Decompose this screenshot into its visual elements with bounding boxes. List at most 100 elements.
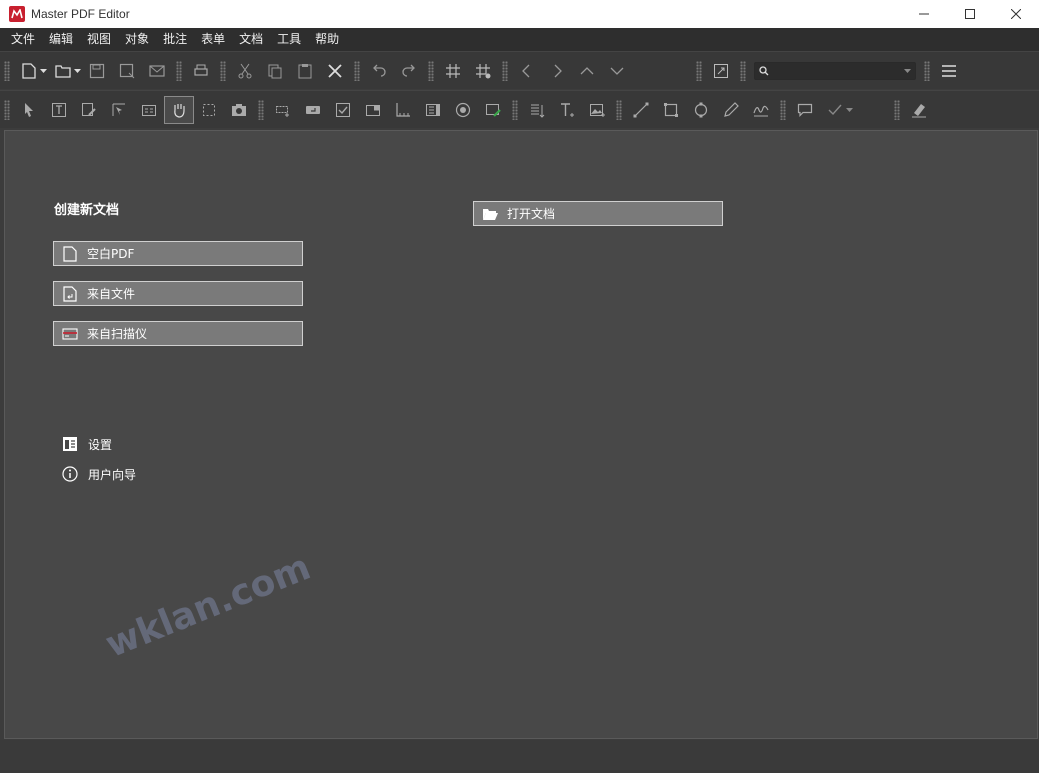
- add-text-block-icon[interactable]: [522, 96, 552, 124]
- search-box[interactable]: [754, 61, 916, 80]
- menu-tools[interactable]: 工具: [270, 28, 308, 51]
- menu-comment[interactable]: 批注: [156, 28, 194, 51]
- add-image-icon[interactable]: [582, 96, 612, 124]
- settings-label: 设置: [88, 437, 113, 452]
- delete-icon[interactable]: [320, 57, 350, 85]
- toolbar-grip[interactable]: [696, 60, 702, 81]
- toolbar-grip[interactable]: [616, 99, 622, 120]
- add-radio-button-icon[interactable]: [448, 96, 478, 124]
- info-icon: [61, 465, 79, 483]
- snap-grid-icon[interactable]: [468, 57, 498, 85]
- toolbar-grip[interactable]: [220, 60, 226, 81]
- fit-page-icon[interactable]: [706, 57, 736, 85]
- prev-page-icon[interactable]: [512, 57, 542, 85]
- title-bar: Master PDF Editor: [0, 0, 1039, 28]
- toolbar-grip[interactable]: [512, 99, 518, 120]
- window-title: Master PDF Editor: [31, 7, 130, 21]
- toolbar-grip[interactable]: [502, 60, 508, 81]
- search-icon: [759, 65, 769, 76]
- eraser-icon[interactable]: [904, 96, 934, 124]
- toolbar-grip[interactable]: [894, 99, 900, 120]
- print-icon[interactable]: [186, 57, 216, 85]
- open-document-button[interactable]: 打开文档: [473, 201, 723, 226]
- form-field-icon[interactable]: [134, 96, 164, 124]
- new-document-icon[interactable]: [14, 57, 44, 85]
- ellipse-tool-icon[interactable]: [686, 96, 716, 124]
- first-page-icon[interactable]: [572, 57, 602, 85]
- open-folder-icon[interactable]: [48, 57, 78, 85]
- hand-tool-icon[interactable]: [164, 95, 194, 124]
- add-text-field-icon[interactable]: [268, 96, 298, 124]
- menu-file[interactable]: 文件: [4, 28, 42, 51]
- cut-icon[interactable]: [230, 57, 260, 85]
- add-button-icon[interactable]: [298, 96, 328, 124]
- save-icon[interactable]: [82, 57, 112, 85]
- add-list-icon[interactable]: [418, 96, 448, 124]
- create-new-title: 创建新文档: [54, 203, 120, 218]
- close-button[interactable]: [993, 0, 1039, 28]
- hamburger-menu-icon[interactable]: [934, 57, 964, 85]
- search-dropdown-icon[interactable]: [904, 68, 911, 73]
- blank-pdf-label: 空白PDF: [87, 247, 135, 261]
- from-file-button[interactable]: 来自文件: [53, 281, 303, 306]
- add-text-icon[interactable]: [552, 96, 582, 124]
- menu-edit[interactable]: 编辑: [42, 28, 80, 51]
- last-page-icon[interactable]: [602, 57, 632, 85]
- search-input[interactable]: [773, 64, 904, 77]
- open-document-label: 打开文档: [507, 207, 556, 221]
- status-bar: [0, 740, 1039, 773]
- blank-page-icon: [61, 245, 79, 263]
- copy-icon[interactable]: [260, 57, 290, 85]
- toolbar-grip[interactable]: [176, 60, 182, 81]
- user-guide-label: 用户向导: [88, 467, 137, 482]
- scanner-icon: [61, 325, 79, 343]
- import-file-icon: [61, 285, 79, 303]
- user-guide-link[interactable]: 用户向导: [61, 465, 136, 483]
- add-combobox-icon[interactable]: [358, 96, 388, 124]
- settings-icon: [61, 435, 79, 453]
- signature-tool-icon[interactable]: [746, 96, 776, 124]
- toolbar-grip[interactable]: [780, 99, 786, 120]
- from-scanner-button[interactable]: 来自扫描仪: [53, 321, 303, 346]
- select-arrow-icon[interactable]: [14, 96, 44, 124]
- menu-document[interactable]: 文档: [232, 28, 270, 51]
- pencil-tool-icon[interactable]: [716, 96, 746, 124]
- menu-help[interactable]: 帮助: [308, 28, 346, 51]
- open-folder-icon: [481, 205, 499, 223]
- comment-note-icon[interactable]: [790, 96, 820, 124]
- add-checkbox-icon[interactable]: [328, 96, 358, 124]
- toolbar-grip[interactable]: [258, 99, 264, 120]
- next-page-icon[interactable]: [542, 57, 572, 85]
- main-toolbar: [0, 51, 1039, 89]
- rectangle-tool-icon[interactable]: [656, 96, 686, 124]
- line-tool-icon[interactable]: [626, 96, 656, 124]
- marquee-select-icon[interactable]: [194, 96, 224, 124]
- menu-view[interactable]: 视图: [80, 28, 118, 51]
- snapshot-camera-icon[interactable]: [224, 96, 254, 124]
- add-listbox-icon[interactable]: [388, 96, 418, 124]
- minimize-button[interactable]: [901, 0, 947, 28]
- add-signature-field-icon[interactable]: [478, 96, 508, 124]
- blank-pdf-button[interactable]: 空白PDF: [53, 241, 303, 266]
- toolbar-grip[interactable]: [4, 60, 10, 81]
- edit-objects-icon[interactable]: [104, 96, 134, 124]
- toolbar-grip[interactable]: [924, 60, 930, 81]
- menu-form[interactable]: 表单: [194, 28, 232, 51]
- toolbar-grip[interactable]: [354, 60, 360, 81]
- settings-link[interactable]: 设置: [61, 435, 112, 453]
- stamp-check-icon[interactable]: [820, 96, 850, 124]
- grid-icon[interactable]: [438, 57, 468, 85]
- app-logo-icon: [9, 6, 25, 22]
- maximize-button[interactable]: [947, 0, 993, 28]
- redo-icon[interactable]: [394, 57, 424, 85]
- undo-icon[interactable]: [364, 57, 394, 85]
- menu-object[interactable]: 对象: [118, 28, 156, 51]
- toolbar-grip[interactable]: [740, 60, 746, 81]
- edit-text-icon[interactable]: [44, 96, 74, 124]
- toolbar-grip[interactable]: [4, 99, 10, 120]
- email-icon[interactable]: [142, 57, 172, 85]
- toolbar-grip[interactable]: [428, 60, 434, 81]
- edit-forms-icon[interactable]: [74, 96, 104, 124]
- paste-icon[interactable]: [290, 57, 320, 85]
- save-as-icon[interactable]: [112, 57, 142, 85]
